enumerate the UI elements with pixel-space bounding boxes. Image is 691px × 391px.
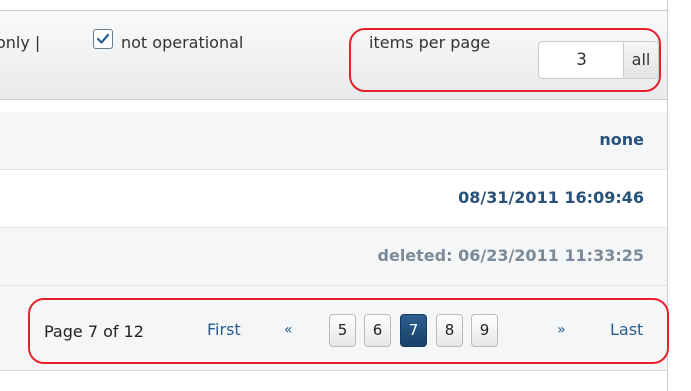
- page-button-5[interactable]: 5: [329, 314, 356, 347]
- items-per-page-label: items per page: [369, 33, 491, 52]
- table-row: 08/31/2011 16:09:46: [0, 170, 667, 228]
- page-button-6[interactable]: 6: [364, 314, 391, 347]
- row-value: 08/31/2011 16:09:46: [458, 188, 644, 207]
- table-row: none: [0, 112, 667, 170]
- all-items-button[interactable]: all: [623, 41, 659, 79]
- page-button-7-current[interactable]: 7: [400, 314, 427, 347]
- filter-only-label[interactable]: only |: [0, 33, 40, 52]
- page-info: Page 7 of 12: [44, 322, 144, 341]
- table-row: deleted: 06/23/2011 11:33:25: [0, 228, 667, 286]
- not-operational-checkbox[interactable]: [93, 29, 113, 49]
- not-operational-label[interactable]: not operational: [121, 33, 243, 52]
- next-page-link[interactable]: »: [557, 322, 566, 338]
- last-page-link[interactable]: Last: [610, 320, 643, 339]
- row-value: none: [599, 130, 644, 149]
- previous-page-link[interactable]: «: [284, 322, 293, 338]
- page-button-9[interactable]: 9: [471, 314, 498, 347]
- list-panel: only | not operational items per page al…: [0, 0, 669, 391]
- first-page-link[interactable]: First: [207, 320, 241, 339]
- checkmark-icon: [96, 33, 110, 44]
- divider: [0, 370, 667, 371]
- page-button-8[interactable]: 8: [436, 314, 463, 347]
- items-per-page-input[interactable]: [538, 41, 624, 79]
- row-value: deleted: 06/23/2011 11:33:25: [377, 246, 644, 265]
